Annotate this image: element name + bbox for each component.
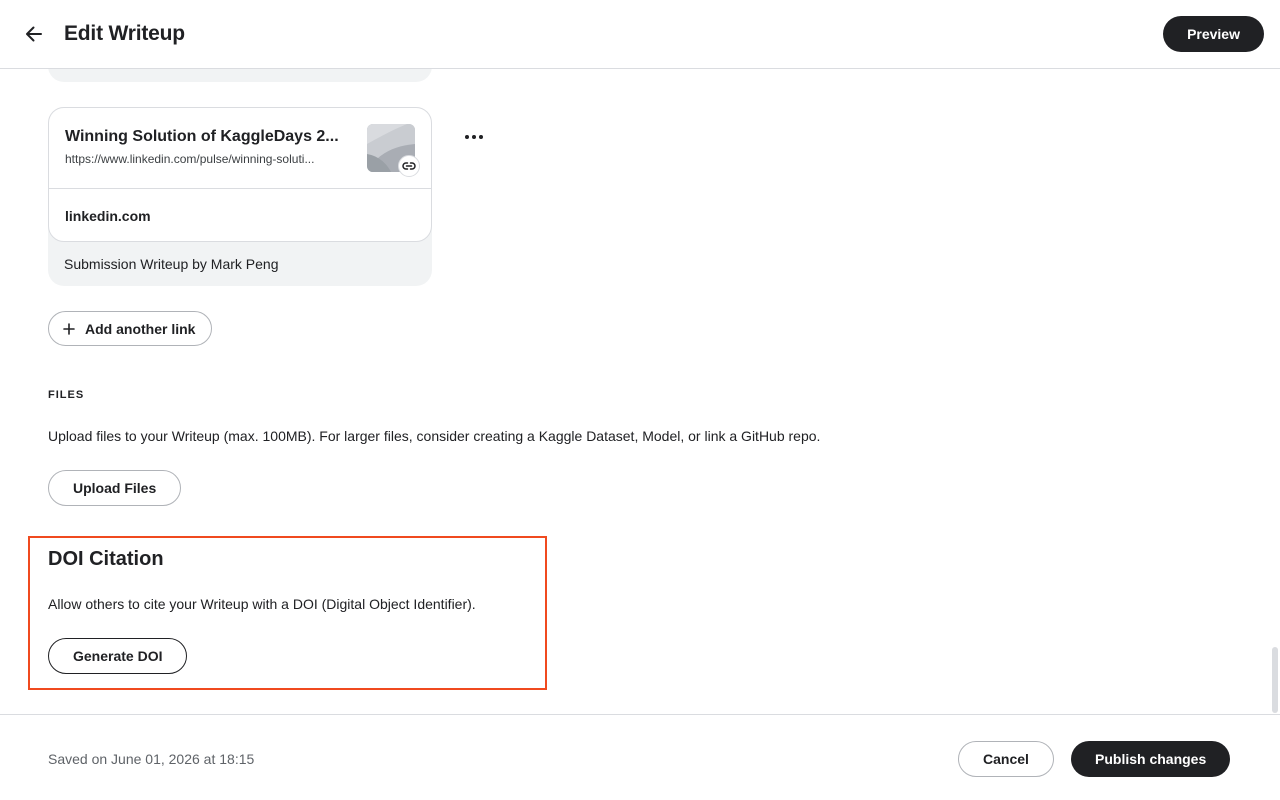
- cancel-button[interactable]: Cancel: [958, 741, 1054, 777]
- more-horizontal-icon: [465, 135, 483, 139]
- generate-doi-button[interactable]: Generate DOI: [48, 638, 188, 674]
- publish-changes-button[interactable]: Publish changes: [1071, 741, 1231, 777]
- link-title: Winning Solution of KaggleDays 2...: [65, 128, 339, 145]
- more-options-button[interactable]: [458, 125, 490, 149]
- plus-icon: [63, 322, 75, 335]
- footer: Saved on June 01, 2026 at 18:15 Cancel P…: [0, 714, 1280, 800]
- main-content: Winning Solution of KaggleDays 2... http…: [0, 69, 1280, 714]
- add-another-link-button[interactable]: Add another link: [48, 311, 213, 346]
- link-card: Winning Solution of KaggleDays 2... http…: [48, 107, 432, 286]
- link-url: https://www.linkedin.com/pulse/winning-s…: [65, 152, 315, 166]
- preview-button[interactable]: Preview: [1163, 16, 1264, 52]
- page-header: Edit Writeup Preview: [0, 0, 1280, 69]
- divider: [49, 188, 431, 189]
- doi-title: DOI Citation: [48, 548, 164, 570]
- link-caption: Submission Writeup by Mark Peng: [64, 256, 279, 272]
- back-button[interactable]: [18, 18, 50, 50]
- saved-status: Saved on June 01, 2026 at 18:15: [48, 751, 255, 767]
- files-heading: FILES: [48, 389, 85, 401]
- page-title: Edit Writeup: [64, 22, 185, 45]
- link-preview[interactable]: Winning Solution of KaggleDays 2... http…: [48, 107, 432, 242]
- add-link-label: Add another link: [85, 320, 196, 337]
- arrow-left-icon: [26, 26, 42, 42]
- previous-link-card: [48, 69, 432, 82]
- link-icon: [398, 155, 420, 177]
- scrollbar[interactable]: [1272, 647, 1278, 713]
- upload-files-button[interactable]: Upload Files: [48, 470, 182, 506]
- doi-description: Allow others to cite your Writeup with a…: [48, 596, 476, 612]
- link-domain: linkedin.com: [65, 208, 151, 224]
- files-description: Upload files to your Writeup (max. 100MB…: [48, 428, 821, 444]
